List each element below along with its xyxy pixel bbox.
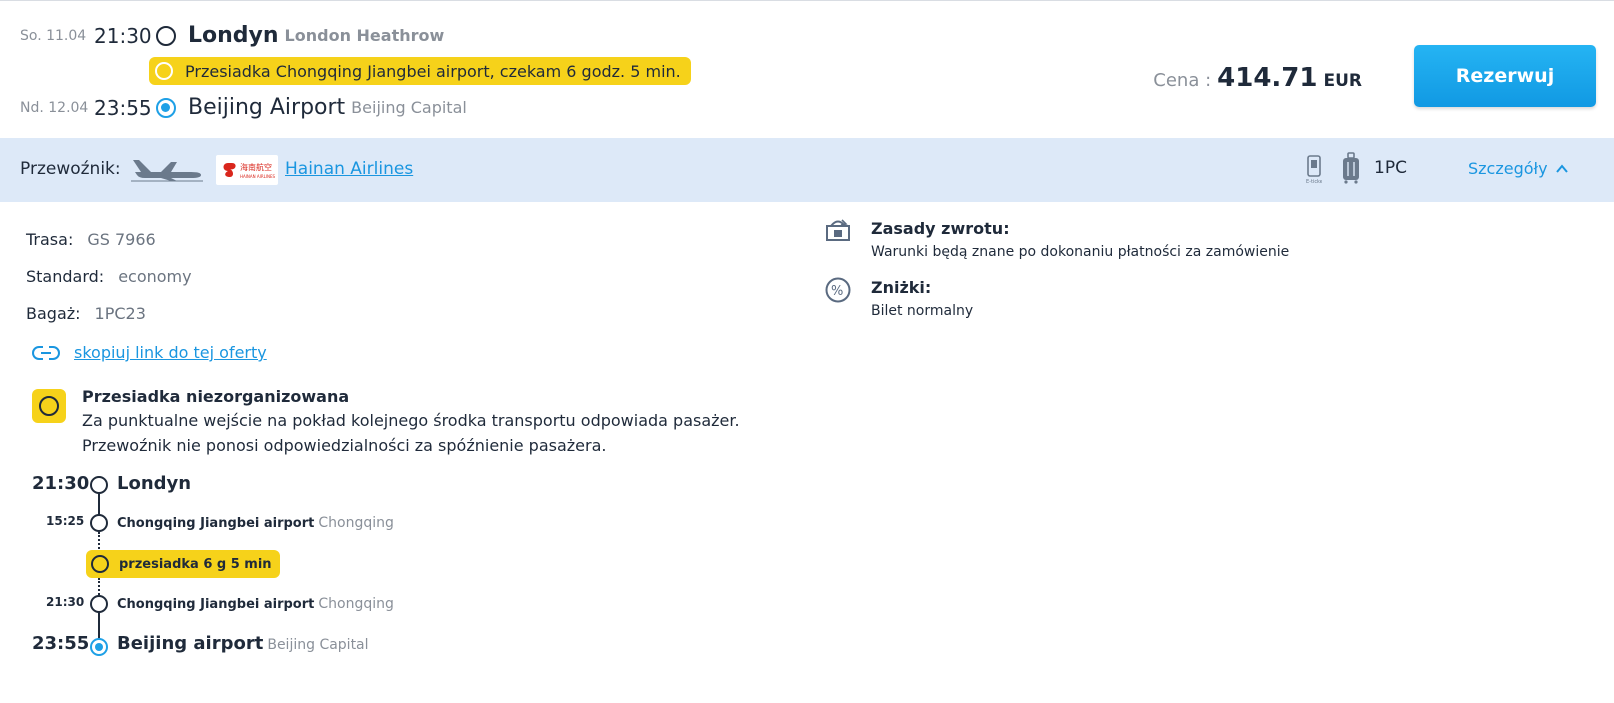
- transfer-badge: Przesiadka Chongqing Jiangbei airport, c…: [149, 57, 691, 85]
- carrier-label: Przewoźnik:: [20, 159, 121, 179]
- route-label: Trasa:: [26, 230, 74, 249]
- timeline-stop-icon: [90, 514, 108, 532]
- timeline-end-airport: Beijing airport: [117, 633, 264, 654]
- baggage-allowance: 1PC: [1374, 158, 1407, 178]
- plane-icon: [131, 160, 203, 182]
- route-row: Trasa: GS 7966: [26, 230, 156, 249]
- timeline-dep2-stop: Chongqing Jiangbei airport Chongqing: [117, 596, 394, 612]
- departure-row: So. 11.04 21:30 Londyn London Heathrow: [20, 23, 444, 48]
- arrival-city: Beijing Airport: [188, 95, 346, 120]
- chevron-up-icon: [1555, 163, 1568, 173]
- timeline-start-time: 21:30: [32, 473, 90, 494]
- warning-line-2: Przewoźnik nie ponosi odpowiedzialności …: [82, 436, 607, 455]
- refund-title: Zasady zwrotu:: [871, 219, 1010, 238]
- airline-name-link[interactable]: Hainan Airlines: [285, 159, 413, 179]
- timeline-end-time: 23:55: [32, 633, 90, 654]
- svg-text:海南航空: 海南航空: [240, 162, 272, 172]
- transfer-circle-icon: [91, 555, 109, 573]
- link-icon: [32, 345, 60, 360]
- luggage-icon: [1343, 152, 1359, 184]
- class-value: economy: [118, 267, 192, 286]
- class-label: Standard:: [26, 267, 105, 286]
- price-currency: EUR: [1323, 71, 1362, 91]
- timeline-transfer-badge: przesiadka 6 g 5 min: [86, 550, 280, 578]
- departure-airport: London Heathrow: [284, 26, 445, 45]
- details-label: Szczegóły: [1468, 159, 1548, 178]
- price-value: 414.71: [1217, 63, 1318, 93]
- hainan-airlines-logo: 海南航空 HAINAN AIRLINES: [216, 155, 278, 185]
- origin-circle-icon: [156, 25, 176, 46]
- departure-date: So. 11.04: [20, 27, 87, 44]
- discount-icon: %: [825, 277, 851, 303]
- baggage-row: Bagaż: 1PC23: [26, 304, 146, 323]
- transfer-warning-icon: [32, 389, 66, 423]
- refund-text: Warunki będą znane po dokonaniu płatnośc…: [871, 244, 1290, 260]
- transfer-note: Przesiadka Chongqing Jiangbei airport, c…: [185, 61, 681, 81]
- copy-link-label: skopiuj link do tej oferty: [74, 343, 267, 362]
- price-label: Cena :: [1153, 70, 1212, 91]
- price: Cena : 414.71 EUR: [1153, 63, 1362, 93]
- timeline-stop-icon: [90, 595, 108, 613]
- timeline-transfer-dash: [98, 578, 100, 595]
- flight-offer-card: So. 11.04 21:30 Londyn London Heathrow P…: [0, 0, 1614, 703]
- timeline-end-stop: Beijing airport Beijing Capital: [117, 633, 369, 654]
- discount-text: Bilet normalny: [871, 303, 974, 319]
- class-row: Standard: economy: [26, 267, 192, 286]
- timeline-segment: [98, 612, 100, 641]
- timeline-start-city: Londyn: [117, 473, 191, 494]
- e-ticket-phone-icon: E-ticket: [1306, 155, 1322, 185]
- svg-text:E-ticket: E-ticket: [1306, 179, 1322, 185]
- timeline-transfer-dash: [98, 532, 100, 552]
- copy-offer-link[interactable]: skopiuj link do tej oferty: [32, 343, 267, 362]
- baggage-label: Bagaż:: [26, 304, 81, 323]
- timeline-start-city-name: Londyn: [117, 473, 192, 494]
- timeline-dep2-airport: Chongqing Jiangbei airport: [117, 597, 315, 612]
- route-value: GS 7966: [87, 230, 156, 249]
- svg-text:HAINAN AIRLINES: HAINAN AIRLINES: [240, 174, 276, 179]
- baggage-value: 1PC23: [94, 304, 146, 323]
- timeline-segment: [98, 493, 100, 515]
- destination-circle-icon: [156, 97, 176, 118]
- details-toggle[interactable]: Szczegóły: [1468, 159, 1568, 178]
- timeline-end-city: Beijing Capital: [267, 637, 369, 653]
- timeline-destination-icon: [90, 638, 108, 656]
- carrier-bar: Przewoźnik: 海南航空 HAINAN AIRLINES Hainan …: [0, 138, 1614, 202]
- timeline-arr1-time: 15:25: [46, 514, 85, 528]
- timeline-arr1-stop: Chongqing Jiangbei airport Chongqing: [117, 515, 394, 531]
- arrival-row: Nd. 12.04 23:55 Beijing Airport Beijing …: [20, 95, 467, 120]
- warning-line-1: Za punktualne wejście na pokład kolejneg…: [82, 411, 740, 430]
- arrival-date: Nd. 12.04: [20, 99, 89, 116]
- timeline-arr1-city: Chongqing: [318, 515, 394, 531]
- discount-title: Zniżki:: [871, 278, 932, 297]
- timeline-dep2-city: Chongqing: [318, 596, 394, 612]
- transfer-circle-icon: [155, 62, 173, 80]
- departure-time: 21:30: [94, 23, 152, 48]
- timeline-transfer-label: przesiadka 6 g 5 min: [119, 556, 272, 572]
- departure-city: Londyn: [188, 23, 279, 48]
- refund-icon: [826, 219, 850, 241]
- book-button[interactable]: Rezerwuj: [1414, 45, 1596, 107]
- svg-text:%: %: [831, 284, 843, 299]
- timeline-origin-icon: [90, 476, 108, 494]
- warning-title: Przesiadka niezorganizowana: [82, 387, 350, 406]
- timeline-arr1-airport: Chongqing Jiangbei airport: [117, 516, 315, 531]
- arrival-airport: Beijing Capital: [351, 98, 467, 117]
- arrival-time: 23:55: [94, 95, 152, 120]
- timeline-dep2-time: 21:30: [46, 595, 85, 609]
